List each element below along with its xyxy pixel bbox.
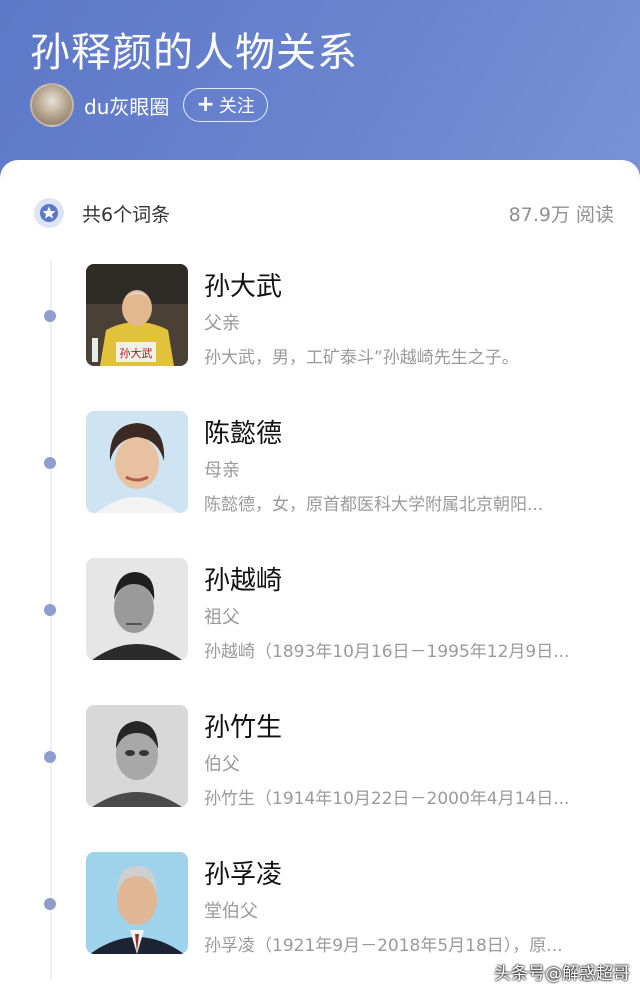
entry-count: 共6个词条 bbox=[82, 203, 171, 226]
relations-card: 共6个词条 87.9万 阅读 孙大武 孙大武 父亲 孙大武，男，工矿泰斗”孙越崎… bbox=[0, 160, 640, 992]
timeline-dot bbox=[44, 457, 56, 469]
person-item[interactable]: 孙越崎 祖父 孙越崎（1893年10月16日－1995年12月9日... bbox=[0, 558, 640, 668]
person-description: 孙越崎（1893年10月16日－1995年12月9日... bbox=[204, 642, 570, 662]
person-name: 孙越崎 bbox=[204, 566, 283, 596]
person-photo[interactable] bbox=[86, 852, 188, 954]
author-row: du灰眼圈 + 关注 bbox=[30, 82, 268, 128]
person-relation: 堂伯父 bbox=[204, 901, 258, 922]
view-count: 87.9万 阅读 bbox=[508, 204, 614, 226]
person-name: 孙大武 bbox=[204, 272, 283, 302]
person-description: 陈懿德，女，原首都医科大学附属北京朝阳... bbox=[204, 495, 544, 515]
entries-badge-icon bbox=[34, 198, 64, 228]
person-photo[interactable] bbox=[86, 705, 188, 807]
person-photo[interactable]: 孙大武 bbox=[86, 264, 188, 366]
watermark: 头条号@解惑超哥 bbox=[494, 964, 630, 984]
person-name: 孙竹生 bbox=[204, 713, 283, 743]
timeline-dot bbox=[44, 751, 56, 763]
person-item[interactable]: 孙孚凌 堂伯父 孙孚凌（1921年9月－2018年5月18日），原... bbox=[0, 852, 640, 962]
plus-icon: + bbox=[196, 92, 215, 117]
person-name: 孙孚凌 bbox=[204, 860, 283, 890]
summary-row: 共6个词条 87.9万 阅读 bbox=[34, 196, 614, 230]
author-avatar[interactable] bbox=[30, 83, 74, 127]
timeline-dot bbox=[44, 310, 56, 322]
page-title: 孙释颜的人物关系 bbox=[30, 30, 358, 76]
person-photo[interactable] bbox=[86, 558, 188, 660]
person-relation: 伯父 bbox=[204, 754, 240, 775]
person-item[interactable]: 孙竹生 伯父 孙竹生（1914年10月22日－2000年4月14日... bbox=[0, 705, 640, 815]
follow-label: 关注 bbox=[218, 96, 255, 117]
author-name[interactable]: du灰眼圈 bbox=[84, 91, 169, 120]
person-relation: 母亲 bbox=[204, 460, 240, 481]
person-description: 孙孚凌（1921年9月－2018年5月18日），原... bbox=[204, 936, 563, 956]
person-relation: 祖父 bbox=[204, 607, 240, 628]
timeline-dot bbox=[44, 604, 56, 616]
person-description: 孙竹生（1914年10月22日－2000年4月14日... bbox=[204, 789, 570, 809]
person-item[interactable]: 陈懿德 母亲 陈懿德，女，原首都医科大学附属北京朝阳... bbox=[0, 411, 640, 521]
person-relation: 父亲 bbox=[204, 313, 240, 334]
timeline-dot bbox=[44, 898, 56, 910]
person-description: 孙大武，男，工矿泰斗”孙越崎先生之子。 bbox=[204, 348, 519, 368]
follow-button[interactable]: + 关注 bbox=[183, 88, 268, 122]
person-name: 陈懿德 bbox=[204, 419, 283, 449]
person-item[interactable]: 孙大武 孙大武 父亲 孙大武，男，工矿泰斗”孙越崎先生之子。 bbox=[0, 264, 640, 374]
nameplate-caption: 孙大武 bbox=[120, 346, 153, 360]
person-photo[interactable] bbox=[86, 411, 188, 513]
